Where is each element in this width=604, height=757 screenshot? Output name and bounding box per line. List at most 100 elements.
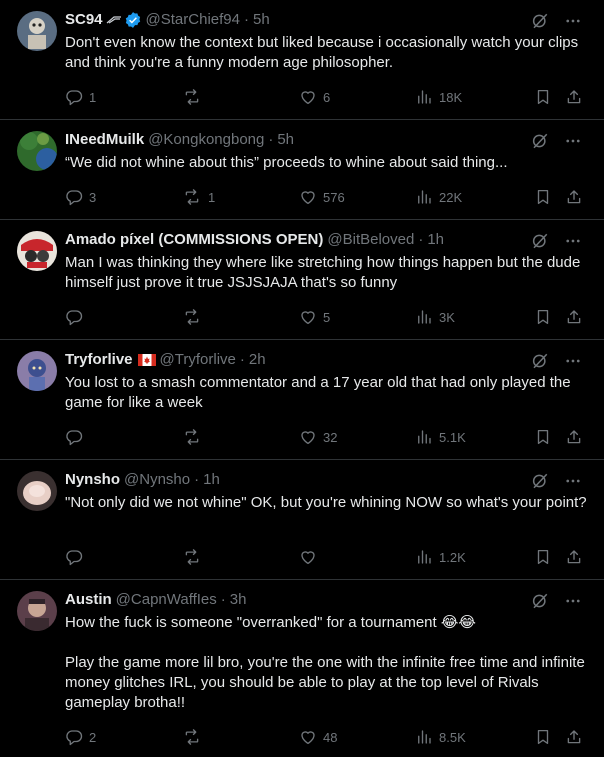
avatar[interactable] — [17, 231, 57, 271]
repost-icon — [182, 428, 202, 446]
separator-dot: · — [418, 231, 424, 248]
reply-header: Amado píxel (COMMISSIONS OPEN) @BitBelov… — [65, 230, 524, 250]
timestamp[interactable]: 5h — [277, 130, 294, 150]
reply-tweet[interactable]: Amado píxel (COMMISSIONS OPEN) @BitBelov… — [0, 220, 604, 340]
share-button[interactable] — [565, 187, 583, 207]
views-button[interactable]: 8.5K — [415, 727, 466, 747]
share-button[interactable] — [565, 87, 583, 107]
display-name[interactable]: Amado píxel (COMMISSIONS OPEN) — [65, 230, 323, 250]
views-icon — [415, 548, 433, 566]
more-icon[interactable] — [564, 352, 582, 370]
reply-icon — [65, 188, 83, 206]
views-count: 22K — [439, 189, 463, 205]
bookmark-button[interactable] — [534, 427, 552, 447]
like-button[interactable]: 32 — [299, 427, 337, 447]
timestamp[interactable]: 3h — [230, 590, 247, 610]
like-button[interactable]: 5 — [299, 307, 330, 327]
action-bar: 1.2K — [65, 547, 590, 567]
reply-tweet[interactable]: SC94 @StarChief94 · 5h Don't even know t… — [0, 0, 604, 120]
like-button[interactable] — [299, 547, 323, 567]
more-icon[interactable] — [564, 12, 582, 30]
reply-icon — [65, 728, 83, 746]
tweet-text: Man I was thinking they where like stret… — [65, 254, 585, 291]
views-button[interactable]: 18K — [415, 87, 462, 107]
avatar[interactable] — [17, 11, 57, 51]
reply-tweet[interactable]: Nynsho @Nynsho · 1h "Not only did we not… — [0, 460, 604, 580]
repost-button[interactable] — [182, 87, 208, 107]
user-handle[interactable]: @BitBeloved — [327, 230, 414, 250]
repost-button[interactable] — [182, 547, 208, 567]
display-name[interactable]: Nynsho — [65, 470, 120, 490]
repost-button[interactable] — [182, 427, 208, 447]
like-button[interactable]: 6 — [299, 87, 330, 107]
grok-icon[interactable] — [531, 352, 549, 370]
bookmark-button[interactable] — [534, 547, 552, 567]
reply-button[interactable] — [65, 547, 89, 567]
bookmark-button[interactable] — [534, 87, 552, 107]
like-count: 576 — [323, 189, 345, 205]
user-handle[interactable]: @Tryforlive — [160, 350, 236, 370]
timestamp[interactable]: 1h — [203, 470, 220, 490]
bookmark-button[interactable] — [534, 307, 552, 327]
grok-icon[interactable] — [531, 472, 549, 490]
bookmark-button[interactable] — [534, 727, 552, 747]
display-name[interactable]: SC94 — [65, 10, 103, 30]
user-handle[interactable]: @Nynsho — [124, 470, 190, 490]
user-handle[interactable]: @Kongkongbong — [148, 130, 264, 150]
views-icon — [415, 88, 433, 106]
bookmark-button[interactable] — [534, 187, 552, 207]
repost-button[interactable]: 1 — [182, 187, 215, 207]
reply-button[interactable]: 1 — [65, 87, 96, 107]
reply-button[interactable]: 2 — [65, 727, 96, 747]
more-icon[interactable] — [564, 132, 582, 150]
display-name[interactable]: INeedMuilk — [65, 130, 144, 150]
views-button[interactable]: 3K — [415, 307, 455, 327]
share-button[interactable] — [565, 547, 583, 567]
like-icon — [299, 88, 317, 106]
views-count: 3K — [439, 309, 455, 325]
grok-icon[interactable] — [531, 132, 549, 150]
display-name[interactable]: Tryforlive — [65, 350, 133, 370]
reply-tweet[interactable]: INeedMuilk @Kongkongbong · 5h “We did no… — [0, 120, 604, 220]
separator-dot: · — [268, 131, 274, 148]
more-icon[interactable] — [564, 232, 582, 250]
user-handle[interactable]: @CapnWaffIes — [116, 590, 217, 610]
repost-icon — [182, 548, 202, 566]
avatar[interactable] — [17, 131, 57, 171]
reply-button[interactable] — [65, 427, 89, 447]
display-name[interactable]: Austin — [65, 590, 112, 610]
views-button[interactable]: 1.2K — [415, 547, 466, 567]
avatar[interactable] — [17, 591, 57, 631]
reply-button[interactable] — [65, 307, 89, 327]
timestamp[interactable]: 2h — [249, 350, 266, 370]
like-button[interactable]: 576 — [299, 187, 345, 207]
like-button[interactable]: 48 — [299, 727, 337, 747]
grok-icon[interactable] — [531, 232, 549, 250]
grok-icon[interactable] — [531, 12, 549, 30]
avatar[interactable] — [17, 351, 57, 391]
timestamp[interactable]: 1h — [427, 230, 444, 250]
grok-icon[interactable] — [531, 592, 549, 610]
tweet-top-actions — [531, 472, 582, 490]
share-button[interactable] — [565, 727, 583, 747]
reply-tweet[interactable]: Tryforlive @Tryforlive · 2h You lost to … — [0, 340, 604, 460]
bookmark-icon — [534, 308, 552, 326]
reply-tweet[interactable]: Austin @CapnWaffIes · 3h How the fuck is… — [0, 580, 604, 757]
more-icon[interactable] — [564, 592, 582, 610]
avatar[interactable] — [17, 471, 57, 511]
views-button[interactable]: 5.1K — [415, 427, 466, 447]
share-button[interactable] — [565, 307, 583, 327]
user-handle[interactable]: @StarChief94 — [146, 10, 240, 30]
repost-button[interactable] — [182, 307, 208, 327]
verified-icon — [124, 11, 142, 29]
views-count: 8.5K — [439, 729, 466, 745]
views-button[interactable]: 22K — [415, 187, 462, 207]
share-button[interactable] — [565, 427, 583, 447]
reply-button[interactable]: 3 — [65, 187, 96, 207]
bookmark-icon — [534, 548, 552, 566]
reply-count: 3 — [89, 189, 97, 205]
repost-button[interactable] — [182, 727, 208, 747]
timestamp[interactable]: 5h — [253, 10, 270, 30]
more-icon[interactable] — [564, 472, 582, 490]
bookmark-icon — [534, 188, 552, 206]
